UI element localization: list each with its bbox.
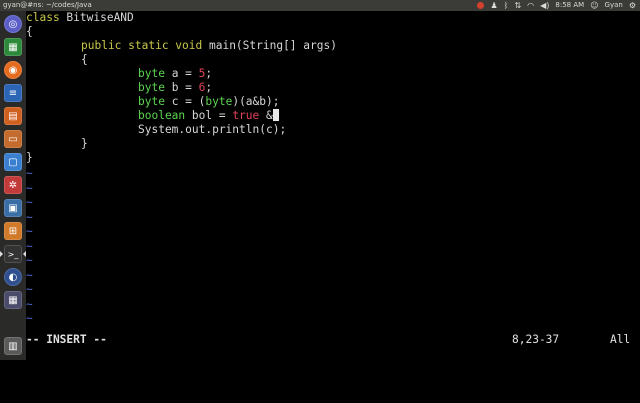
settings-icon[interactable]: ✲ <box>4 176 22 194</box>
tux-icon[interactable]: ♟ <box>490 0 497 11</box>
empty-line-marker: ~ <box>26 312 33 325</box>
libreoffice-impress-icon[interactable]: ▤ <box>4 107 22 125</box>
code-line-5: byte a = 5; <box>138 67 213 80</box>
record-icon[interactable] <box>477 2 485 9</box>
empty-line-marker: ~ <box>26 210 33 224</box>
launcher: ◎ ▦ ◉ ≡ ▤ ▭ ▢ ✲ ▣ ⊞ >_ ◐ ▦ ▥ <box>0 11 27 360</box>
mode-indicator: -- INSERT -- <box>26 333 107 346</box>
top-panel: gyan@#ns: ~/codes/Java ♟ ᛒ ⇅ ◠ ◀) 8:58 A… <box>0 0 640 11</box>
code-line-8: boolean bol = true & <box>138 109 280 123</box>
code-line-11: } <box>26 151 33 164</box>
code-line-6: byte b = 6; <box>138 81 213 94</box>
software-center-icon[interactable]: ⊞ <box>4 222 22 240</box>
dash-home-icon[interactable]: ◎ <box>4 15 22 33</box>
empty-line-marker: ~ <box>26 167 33 180</box>
code-line-10: } <box>81 137 88 150</box>
transfer-icon[interactable]: ⇅ <box>514 0 521 11</box>
trash-icon[interactable]: ▥ <box>4 337 22 355</box>
empty-line-marker: ~ <box>26 268 33 282</box>
code-line-3: public static void main(String[] args) <box>81 39 337 52</box>
text-cursor <box>272 109 280 121</box>
libreoffice-calc-icon[interactable]: ▦ <box>4 38 22 56</box>
empty-line-marker: ~ <box>26 196 33 209</box>
empty-line-marker: ~ <box>26 225 33 238</box>
workspace-switcher-icon[interactable]: ▦ <box>4 291 22 309</box>
scroll-indicator: All <box>610 333 631 346</box>
empty-line-marker: ~ <box>26 239 33 253</box>
empty-line-marker: ~ <box>26 181 33 195</box>
vim-status-line: -- INSERT -- 8,23-37 All <box>26 333 640 347</box>
clock[interactable]: 8:58 AM <box>555 0 584 11</box>
code-line-2: { <box>26 25 33 38</box>
code-line-7: byte c = (byte)(a&b); <box>138 95 280 108</box>
user-name[interactable]: Gyan <box>605 0 623 11</box>
wifi-icon[interactable]: ◠ <box>527 0 534 11</box>
empty-line-marker: ~ <box>26 297 33 311</box>
window-title: gyan@#ns: ~/codes/Java <box>3 1 92 9</box>
code-line-9: System.out.println(c); <box>138 123 287 136</box>
eclipse-icon[interactable]: ◐ <box>4 268 22 286</box>
code-line-1: class BitwiseAND <box>26 11 134 24</box>
system-tray: ♟ ᛒ ⇅ ◠ ◀) 8:58 AM ☺ Gyan ⚙ <box>477 0 636 11</box>
terminal-icon[interactable]: >_ <box>0 245 26 263</box>
gear-icon[interactable]: ⚙ <box>629 0 636 11</box>
code-line-4: { <box>81 53 88 66</box>
empty-line-marker: ~ <box>26 254 33 267</box>
empty-line-marker: ~ <box>26 283 33 296</box>
screenshot-icon[interactable]: ▣ <box>4 199 22 217</box>
volume-icon[interactable]: ◀) <box>540 0 549 11</box>
cursor-position: 8,23-37 <box>512 333 560 346</box>
firefox-icon[interactable]: ◉ <box>4 61 22 79</box>
vim-editor[interactable]: class BitwiseAND { public static void ma… <box>26 11 640 360</box>
files-icon[interactable]: ▭ <box>4 130 22 148</box>
user-icon[interactable]: ☺ <box>590 0 598 11</box>
document-viewer-icon[interactable]: ▢ <box>4 153 22 171</box>
libreoffice-writer-icon[interactable]: ≡ <box>4 84 22 102</box>
bluetooth-icon[interactable]: ᛒ <box>504 0 509 11</box>
